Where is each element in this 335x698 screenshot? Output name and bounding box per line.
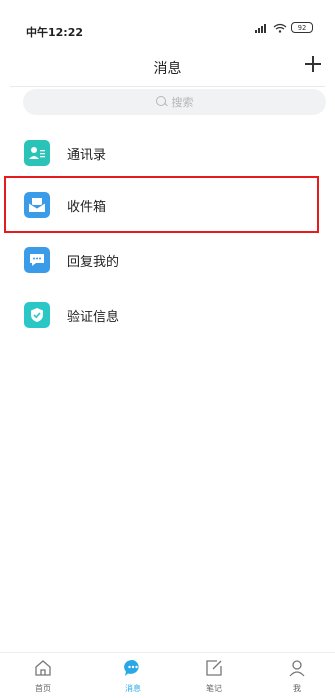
- profile-icon: [289, 660, 305, 677]
- nav-label: 消息: [125, 684, 141, 693]
- header-divider: [10, 86, 325, 87]
- search-input[interactable]: 搜索: [23, 89, 326, 115]
- tab-home[interactable]: 首页: [23, 658, 63, 698]
- battery-icon: 92: [291, 22, 313, 33]
- tab-notes[interactable]: 笔记: [194, 658, 234, 698]
- header: 消息: [0, 52, 335, 88]
- status-time: 中午12:22: [26, 26, 84, 39]
- status-bar: 中午12:22 92: [0, 0, 335, 52]
- nav-label: 笔记: [206, 684, 222, 693]
- message-icon: [124, 659, 139, 676]
- verify-shield-icon: [24, 302, 50, 328]
- page-title: 消息: [153, 61, 182, 77]
- note-icon: [206, 660, 222, 676]
- bottom-nav: 首页 消息 笔记 我: [0, 652, 335, 697]
- list-item-label: 回复我的: [67, 255, 120, 270]
- signal-icon: [255, 23, 266, 33]
- list-item-replies[interactable]: 回复我的: [0, 232, 335, 288]
- list-item-verification[interactable]: 验证信息: [0, 287, 335, 343]
- wifi-icon: [273, 23, 287, 33]
- tab-me[interactable]: 我: [277, 658, 317, 698]
- search-icon: [155, 96, 168, 108]
- nav-label: 我: [293, 684, 301, 693]
- list-item-label: 验证信息: [67, 310, 120, 325]
- status-icons: 92: [255, 22, 313, 33]
- list-item-contacts[interactable]: 通讯录: [0, 125, 335, 181]
- nav-divider: [0, 652, 335, 653]
- reply-icon: [24, 247, 50, 273]
- add-button[interactable]: [303, 54, 323, 74]
- search-placeholder: 搜索: [171, 96, 194, 109]
- tab-messages[interactable]: 消息: [113, 658, 153, 698]
- nav-label: 首页: [35, 684, 51, 693]
- contacts-icon: [24, 140, 50, 166]
- list-item-inbox[interactable]: 收件箱: [0, 177, 335, 233]
- inbox-icon: [24, 192, 50, 218]
- list-item-label: 通讯录: [67, 148, 107, 163]
- list-item-label: 收件箱: [67, 200, 107, 215]
- home-icon: [35, 660, 51, 676]
